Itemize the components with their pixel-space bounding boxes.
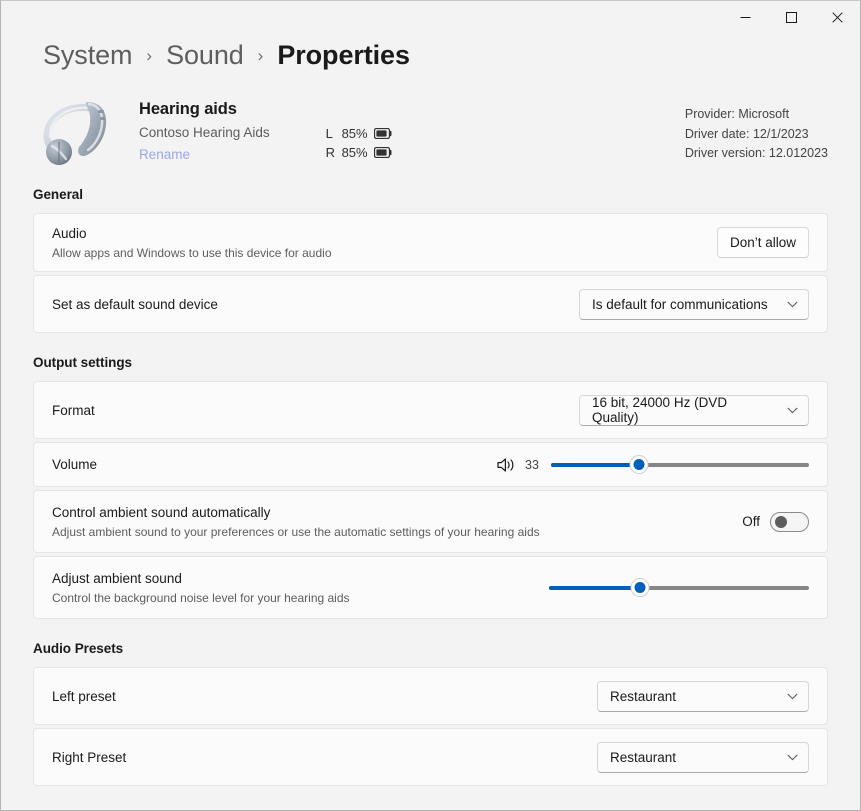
breadcrumb-item-properties: Properties: [277, 40, 410, 71]
breadcrumb: System › Sound › Properties: [33, 33, 828, 77]
dont-allow-button[interactable]: Don’t allow: [717, 227, 809, 258]
section-header-presets: Audio Presets: [33, 641, 828, 656]
close-button[interactable]: [814, 1, 860, 33]
device-name: Hearing aids: [139, 98, 270, 120]
left-preset-dropdown[interactable]: Restaurant: [597, 681, 809, 712]
settings-content: System › Sound › Properties: [1, 33, 860, 810]
maximize-button[interactable]: [768, 1, 814, 33]
toggle-knob: [775, 516, 787, 528]
minimize-icon: [740, 12, 751, 23]
default-device-title: Set as default sound device: [52, 295, 579, 314]
device-info: Hearing aids Contoso Hearing Aids Rename: [139, 94, 270, 165]
volume-slider[interactable]: [551, 454, 809, 476]
section-header-output: Output settings: [33, 355, 828, 370]
chevron-down-icon: [787, 301, 798, 308]
chevron-down-icon: [787, 407, 798, 414]
ambient-slider-fill: [549, 586, 640, 590]
right-preset-card: Right Preset Restaurant: [33, 728, 828, 786]
audio-subtitle: Allow apps and Windows to use this devic…: [52, 245, 717, 262]
breadcrumb-item-sound[interactable]: Sound: [166, 40, 244, 71]
ambient-adjust-title: Adjust ambient sound: [52, 569, 549, 588]
left-preset-title: Left preset: [52, 687, 597, 706]
volume-card: Volume 33: [33, 442, 828, 487]
volume-title: Volume: [52, 455, 497, 474]
ambient-auto-toggle[interactable]: [770, 512, 809, 532]
breadcrumb-separator-2: ›: [258, 46, 264, 66]
breadcrumb-item-system[interactable]: System: [43, 40, 132, 71]
driver-version: Driver version: 12.012023: [685, 144, 828, 164]
left-preset-card: Left preset Restaurant: [33, 667, 828, 725]
format-title: Format: [52, 401, 579, 420]
device-header: Hearing aids Contoso Hearing Aids Rename…: [33, 94, 828, 170]
minimize-button[interactable]: [722, 1, 768, 33]
ambient-adjust-subtitle: Control the background noise level for y…: [52, 590, 549, 607]
format-card: Format 16 bit, 24000 Hz (DVD Quality): [33, 381, 828, 439]
default-device-value: Is default for communications: [592, 297, 768, 312]
title-bar: [1, 1, 860, 33]
volume-value: 33: [525, 458, 541, 472]
rename-link[interactable]: Rename: [139, 144, 270, 165]
default-device-card: Set as default sound device Is default f…: [33, 275, 828, 333]
ambient-auto-card: Control ambient sound automatically Adju…: [33, 490, 828, 553]
battery-icon: [374, 128, 392, 139]
right-preset-dropdown[interactable]: Restaurant: [597, 742, 809, 773]
general-card-group: Audio Allow apps and Windows to use this…: [33, 213, 828, 333]
chevron-down-icon: [787, 693, 798, 700]
battery-row-right: R 85%: [326, 145, 392, 160]
volume-slider-thumb[interactable]: [629, 455, 648, 474]
maximize-icon: [786, 12, 797, 23]
ambient-auto-subtitle: Adjust ambient sound to your preferences…: [52, 524, 742, 541]
battery-side-left: L: [326, 126, 339, 141]
section-header-general: General: [33, 187, 828, 202]
format-dropdown[interactable]: 16 bit, 24000 Hz (DVD Quality): [579, 395, 809, 426]
right-preset-value: Restaurant: [610, 750, 676, 765]
ambient-auto-state-label: Off: [742, 514, 760, 529]
speaker-waves-icon: [497, 457, 516, 473]
ambient-slider-thumb[interactable]: [631, 578, 650, 597]
ambient-sound-slider[interactable]: [549, 577, 809, 599]
settings-window: System › Sound › Properties: [0, 0, 861, 811]
volume-slider-fill: [551, 463, 639, 467]
ambient-auto-title: Control ambient sound automatically: [52, 503, 742, 522]
hearing-aid-icon: [35, 94, 117, 170]
battery-status: L 85% R 85%: [326, 94, 392, 160]
battery-side-right: R: [326, 145, 339, 160]
left-preset-value: Restaurant: [610, 689, 676, 704]
chevron-down-icon: [787, 754, 798, 761]
audio-title: Audio: [52, 224, 717, 243]
device-model: Contoso Hearing Aids: [139, 122, 270, 143]
battery-icon: [374, 147, 392, 158]
output-card-group: Format 16 bit, 24000 Hz (DVD Quality) Vo…: [33, 381, 828, 619]
driver-date: Driver date: 12/1/2023: [685, 125, 828, 145]
format-value: 16 bit, 24000 Hz (DVD Quality): [592, 395, 777, 425]
breadcrumb-separator-1: ›: [146, 46, 152, 66]
battery-percent-right: 85%: [342, 145, 368, 160]
presets-card-group: Left preset Restaurant Right Preset: [33, 667, 828, 786]
battery-row-left: L 85%: [326, 126, 392, 141]
audio-card: Audio Allow apps and Windows to use this…: [33, 213, 828, 272]
driver-provider: Provider: Microsoft: [685, 105, 828, 125]
battery-percent-left: 85%: [342, 126, 368, 141]
driver-info: Provider: Microsoft Driver date: 12/1/20…: [685, 105, 828, 164]
ambient-adjust-card: Adjust ambient sound Control the backgro…: [33, 556, 828, 619]
right-preset-title: Right Preset: [52, 748, 597, 767]
default-device-dropdown[interactable]: Is default for communications: [579, 289, 809, 320]
close-icon: [832, 12, 843, 23]
